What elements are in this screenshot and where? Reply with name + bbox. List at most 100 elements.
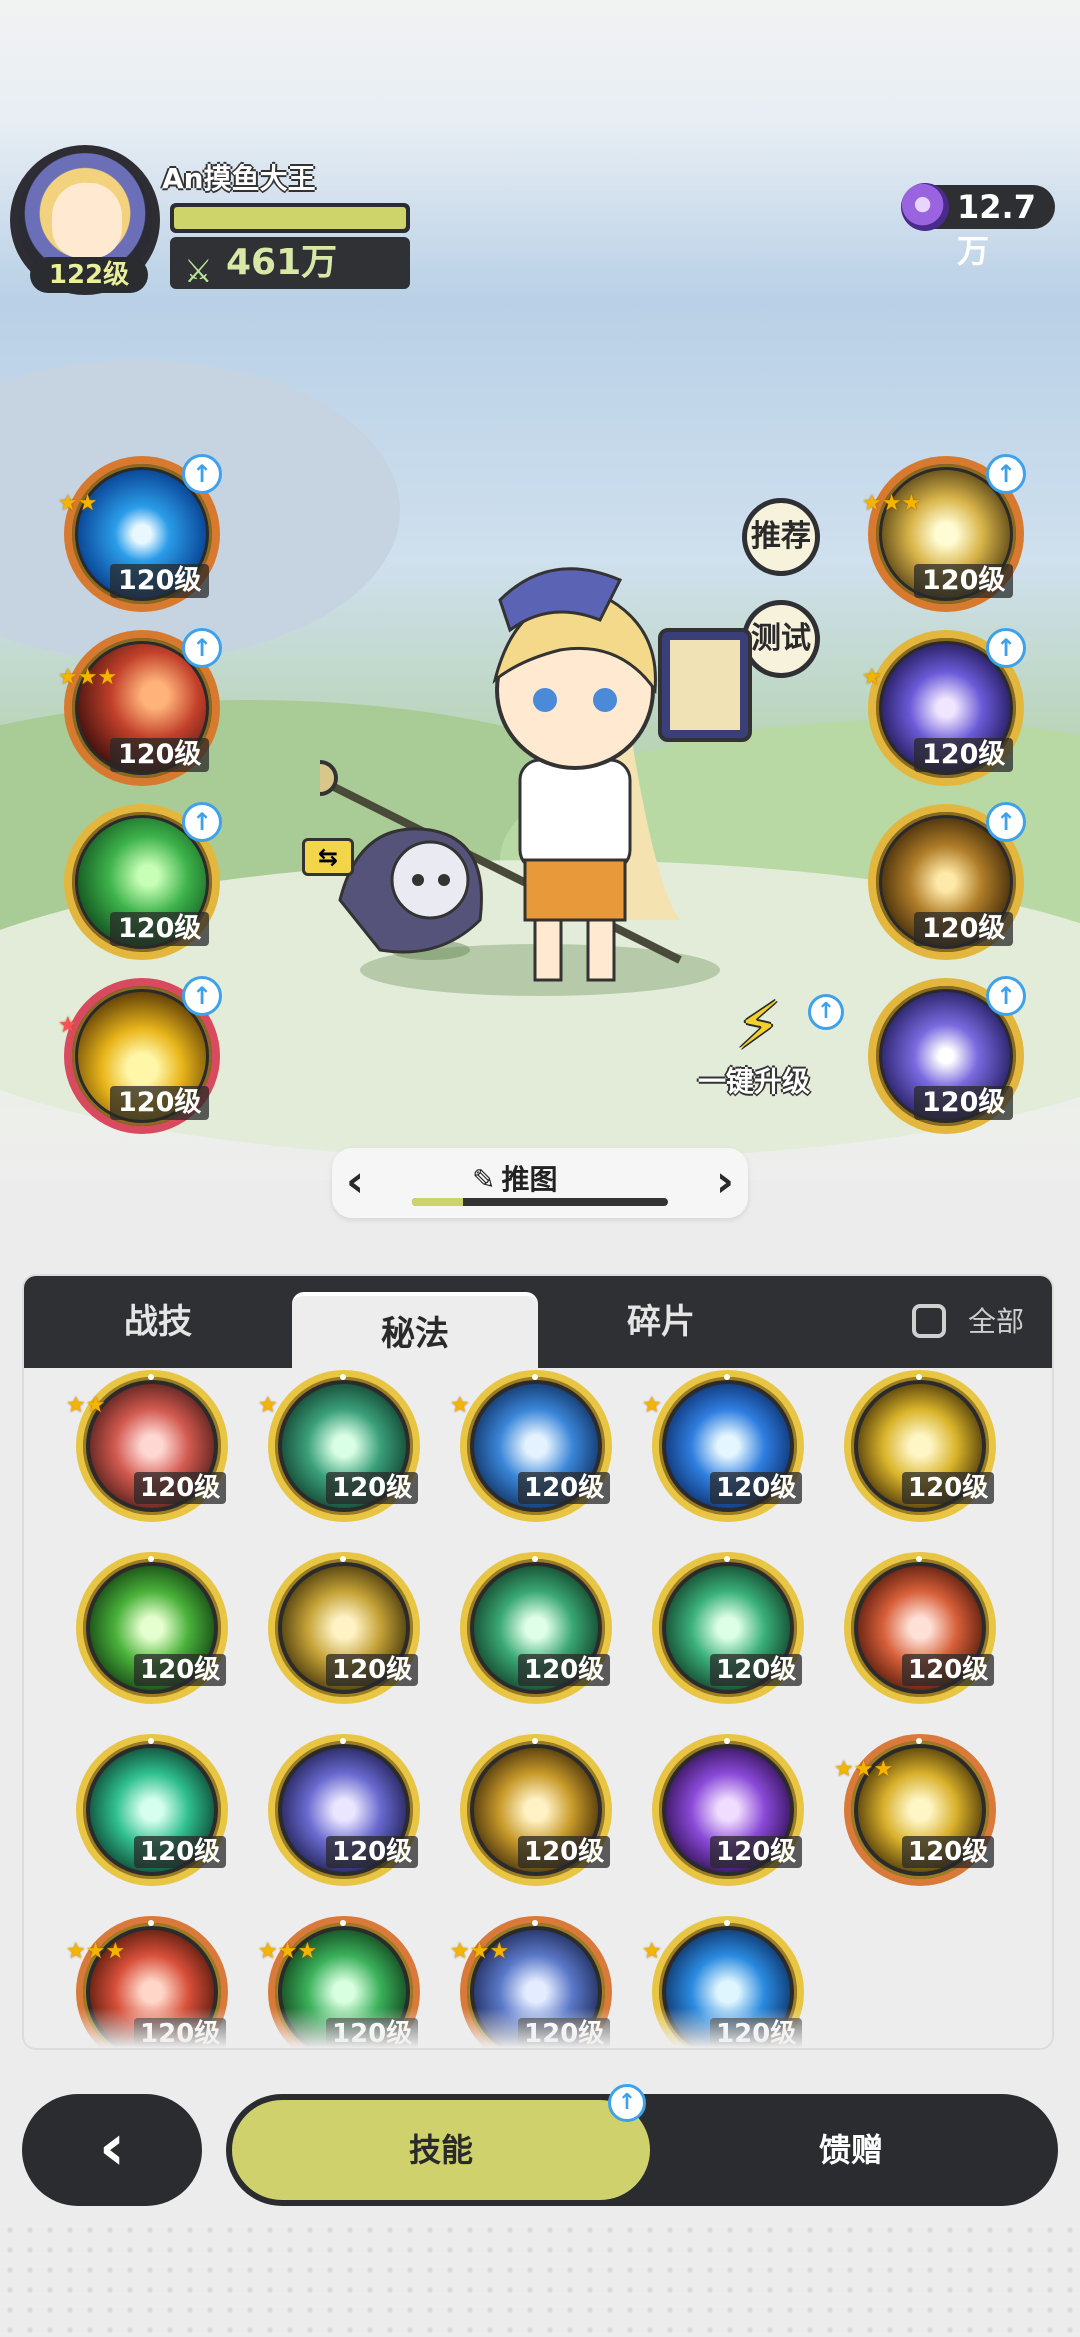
left-skill-slot-3[interactable]: ↑ 120级 bbox=[64, 802, 222, 960]
star-rating: ★ bbox=[642, 1393, 662, 1418]
star-rating: ★ bbox=[58, 1013, 78, 1038]
sparkle-dot bbox=[532, 1556, 538, 1562]
upgrade-all-button[interactable]: ⚡ ↑ 一键升级 bbox=[690, 990, 850, 1100]
skill-level: 120级 bbox=[326, 1472, 419, 1504]
skill-level: 120级 bbox=[902, 1472, 995, 1504]
star-rating: ★★★ bbox=[258, 1941, 317, 1963]
skill-level: 120级 bbox=[110, 1086, 210, 1120]
chevron-right-icon[interactable]: › bbox=[716, 1156, 734, 1207]
skill-grid-item[interactable]: 120级 bbox=[844, 1370, 996, 1522]
upgrade-arrow-icon[interactable]: ↑ bbox=[986, 976, 1026, 1016]
checkbox-icon[interactable] bbox=[911, 1304, 946, 1338]
skill-grid-item[interactable]: 120级 bbox=[844, 1552, 996, 1704]
left-skill-slot-1[interactable]: ★★ ↑ 120级 bbox=[58, 454, 222, 612]
skill-level: 120级 bbox=[710, 1472, 803, 1504]
upgrade-arrow-icon[interactable]: ↑ bbox=[182, 976, 222, 1016]
upgrade-arrow-icon[interactable]: ↑ bbox=[182, 454, 222, 494]
star-rating: ★★★ bbox=[58, 667, 117, 689]
show-all-label: 全部 bbox=[967, 1305, 1024, 1338]
right-skill-slot-4[interactable]: ↑ 120级 bbox=[868, 976, 1026, 1134]
skill-grid-item[interactable]: 120级 bbox=[460, 1734, 612, 1886]
star-rating: ★★ bbox=[66, 1393, 106, 1418]
skill-grid-item[interactable]: 120级 bbox=[652, 1552, 804, 1704]
sparkle-dot bbox=[340, 1738, 346, 1744]
sparkle-dot bbox=[148, 1738, 154, 1744]
skill-grid-item[interactable]: 120级 bbox=[652, 1734, 804, 1886]
skill-level: 120级 bbox=[914, 738, 1014, 772]
upgrade-all-label: 一键升级 bbox=[698, 1065, 811, 1098]
skill-level: 120级 bbox=[518, 1472, 611, 1504]
swap-icon[interactable]: ⇆ bbox=[302, 838, 354, 876]
skill-grid-item[interactable]: 120级 bbox=[76, 1552, 228, 1704]
upgrade-arrow-icon[interactable]: ↑ bbox=[986, 628, 1026, 668]
star-rating: ★★★ bbox=[66, 1941, 125, 1963]
upgrade-arrow-icon: ↑ bbox=[608, 2084, 646, 2122]
scene-progress-bar bbox=[412, 1198, 668, 1206]
skill-grid-item[interactable]: ★ 120级 bbox=[258, 1370, 420, 1522]
skill-level: 120级 bbox=[710, 1836, 803, 1868]
skill-level: 120级 bbox=[518, 1836, 611, 1868]
upgrade-arrow-icon[interactable]: ↑ bbox=[986, 802, 1026, 842]
sparkle-dot bbox=[916, 1374, 922, 1380]
battle-scene: 122级 An摸鱼大王 ⚔ 461万 12.7万 ★★ ↑ 120级 ★★★ ↑… bbox=[0, 0, 1080, 1180]
upgrade-arrow-icon[interactable]: ↑ bbox=[182, 628, 222, 668]
star-rating: ★ bbox=[450, 1393, 470, 1418]
right-skill-slot-3[interactable]: ↑ 120级 bbox=[868, 802, 1026, 960]
sparkle-dot bbox=[532, 1920, 538, 1926]
right-skill-slot-1[interactable]: ★★★ ↑ 120级 bbox=[862, 454, 1026, 612]
back-button[interactable]: ‹ bbox=[22, 2094, 202, 2206]
scene-label[interactable]: ✎ 推图 bbox=[472, 1158, 557, 1198]
upgrade-arrow-icon[interactable]: ↑ bbox=[182, 802, 222, 842]
sparkle-dot bbox=[340, 1920, 346, 1926]
star-rating: ★★ bbox=[58, 491, 98, 516]
skill-grid-item[interactable]: ★ 120级 bbox=[450, 1370, 612, 1522]
lightning-icon: ⚡ bbox=[736, 990, 781, 1064]
gift-mode-button[interactable]: 馈赠 bbox=[650, 2100, 1052, 2200]
star-rating: ★★★ bbox=[862, 493, 921, 515]
tab-secret[interactable]: 秘法 bbox=[292, 1292, 538, 1368]
sparkle-dot bbox=[340, 1374, 346, 1380]
sparkle-dot bbox=[532, 1374, 538, 1380]
sparkle-dot bbox=[724, 1374, 730, 1380]
scene-label-text: 推图 bbox=[501, 1163, 558, 1196]
skill-level: 120级 bbox=[110, 738, 210, 772]
skill-grid-item[interactable]: ★★ 120级 bbox=[66, 1370, 228, 1522]
tab-fragment[interactable]: 碎片 bbox=[538, 1276, 784, 1368]
skill-grid-item[interactable]: ★★★ 120级 bbox=[834, 1734, 996, 1886]
left-skill-slot-4[interactable]: ★ ↑ 120级 bbox=[58, 976, 222, 1134]
skill-level: 120级 bbox=[710, 1654, 803, 1686]
mode-toggle: 技能 ↑ 馈赠 bbox=[226, 2084, 1058, 2206]
sparkle-dot bbox=[340, 1556, 346, 1562]
show-all-checkbox[interactable]: 全部 bbox=[911, 1304, 1024, 1340]
currency-amount: 12.7万 bbox=[957, 188, 1036, 270]
upgrade-arrow-icon[interactable]: ↑ bbox=[986, 454, 1026, 494]
background-pattern bbox=[0, 2220, 1080, 2337]
right-skill-slot-2[interactable]: ★ ↑ 120级 bbox=[862, 628, 1026, 786]
tab-combat[interactable]: 战技 bbox=[24, 1276, 292, 1368]
skill-grid-item[interactable]: 120级 bbox=[268, 1734, 420, 1886]
left-skill-slot-2[interactable]: ★★★ ↑ 120级 bbox=[58, 628, 222, 786]
combat-power-value: 461万 bbox=[226, 242, 338, 283]
player-profile[interactable]: 122级 An摸鱼大王 ⚔ 461万 bbox=[10, 145, 430, 305]
sparkle-dot bbox=[916, 1738, 922, 1744]
upgrade-arrow-icon: ↑ bbox=[808, 994, 844, 1030]
skill-grid-item[interactable]: 120级 bbox=[76, 1734, 228, 1886]
skill-mode-button[interactable]: 技能 bbox=[232, 2100, 650, 2200]
skill-grid-item[interactable]: 120级 bbox=[460, 1552, 612, 1704]
sparkle-dot bbox=[724, 1738, 730, 1744]
skill-grid-item[interactable]: 120级 bbox=[268, 1552, 420, 1704]
skill-level: 120级 bbox=[110, 912, 210, 946]
chevron-left-icon[interactable]: ‹ bbox=[346, 1156, 364, 1207]
skill-level: 120级 bbox=[110, 564, 210, 598]
scroll-fade bbox=[24, 2008, 1052, 2048]
currency-display[interactable]: 12.7万 bbox=[901, 183, 1055, 270]
player-name: An摸鱼大王 bbox=[162, 162, 316, 195]
star-rating: ★★★ bbox=[450, 1941, 509, 1963]
skill-level: 120级 bbox=[326, 1654, 419, 1686]
sparkle-dot bbox=[724, 1920, 730, 1926]
combat-power: ⚔ 461万 bbox=[170, 237, 410, 290]
skill-grid-item[interactable]: ★ 120级 bbox=[642, 1370, 804, 1522]
sparkle-dot bbox=[532, 1738, 538, 1744]
skill-level: 120级 bbox=[902, 1836, 995, 1868]
skill-level: 120级 bbox=[914, 1086, 1014, 1120]
